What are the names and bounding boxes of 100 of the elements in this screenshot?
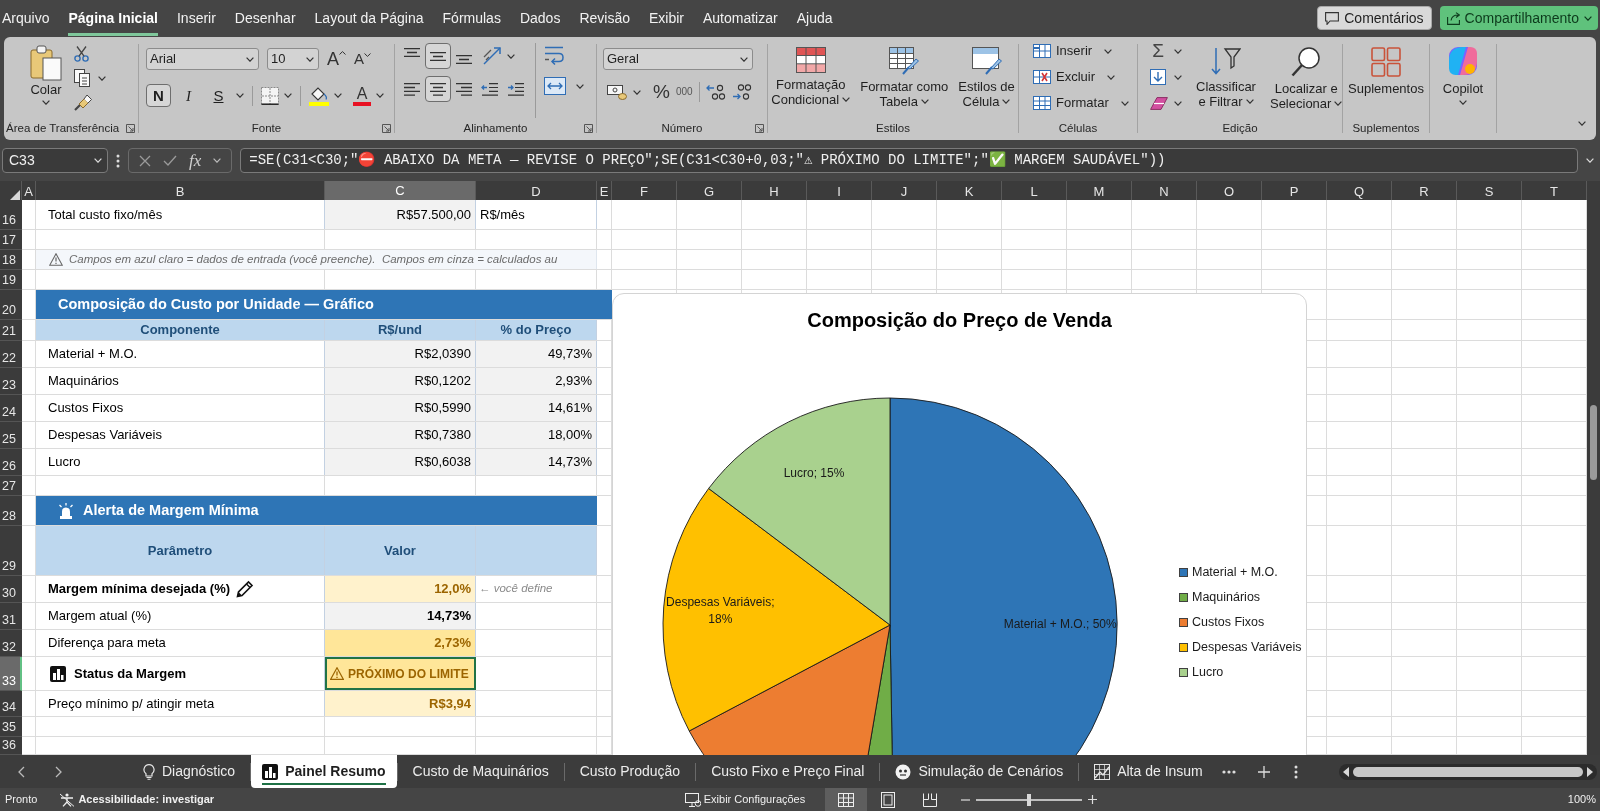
copy-icon[interactable] — [74, 69, 90, 87]
money-icon[interactable] — [607, 84, 627, 100]
font-name-field[interactable]: Arial — [146, 48, 259, 70]
menu-tab[interactable]: Fórmulas — [442, 0, 501, 36]
enter-icon[interactable] — [163, 155, 177, 166]
horizontal-scrollbar[interactable] — [1339, 763, 1597, 780]
caret-icon[interactable] — [507, 53, 515, 59]
accessibility-button[interactable]: Acessibilidade: investigar — [59, 791, 215, 808]
caret-icon[interactable] — [1104, 48, 1113, 54]
row-header[interactable]: 19 — [0, 270, 22, 290]
menu-tab[interactable]: Automatizar — [703, 0, 778, 36]
align-center-button[interactable] — [425, 76, 451, 102]
cell-styles-button[interactable]: Estilos de Célula — [958, 37, 1015, 118]
row-header[interactable]: 17 — [0, 230, 22, 250]
caret-icon[interactable] — [1584, 15, 1592, 21]
next-sheet-icon[interactable] — [55, 765, 62, 778]
name-box[interactable]: C33 — [2, 148, 108, 173]
sheet-tab[interactable]: Custo de Maquinários — [397, 755, 564, 788]
zoom-out-icon[interactable] — [961, 798, 971, 801]
bold-button[interactable]: N — [146, 84, 171, 107]
format-as-table-button[interactable]: Formatar como Tabela — [860, 37, 949, 118]
caret-icon[interactable] — [42, 100, 50, 105]
copilot-button[interactable]: Copilot — [1442, 37, 1484, 118]
caret-icon[interactable] — [284, 93, 292, 98]
more-options-icon[interactable] — [116, 153, 120, 168]
sheet-tab[interactable]: Painel Resumo — [251, 755, 397, 788]
comments-button[interactable]: Comentários — [1317, 6, 1432, 30]
dialog-launcher-icon[interactable] — [126, 124, 135, 133]
more-options-icon[interactable] — [1293, 764, 1298, 779]
percent-button[interactable]: % — [653, 82, 670, 102]
decrease-decimal-icon[interactable] — [705, 84, 726, 100]
caret-icon[interactable] — [1459, 100, 1467, 105]
caret-icon[interactable] — [1245, 99, 1254, 104]
caret-icon[interactable] — [98, 75, 106, 81]
caret-icon[interactable] — [1120, 100, 1129, 106]
decrease-indent-icon[interactable] — [481, 82, 499, 96]
row-header[interactable]: 32 — [0, 630, 22, 657]
row-header[interactable]: 25 — [0, 422, 22, 449]
status-cell[interactable]: PRÓXIMO DO LIMITE — [325, 657, 476, 690]
row-header[interactable]: 30 — [0, 576, 22, 603]
dialog-launcher-icon[interactable] — [584, 124, 593, 133]
shrink-font-button[interactable]: A — [354, 49, 372, 69]
paste-button[interactable]: Colar — [26, 45, 66, 105]
caret-icon[interactable] — [740, 56, 748, 62]
collapse-ribbon-icon[interactable] — [1578, 121, 1586, 126]
menu-tab[interactable]: Layout da Página — [314, 0, 424, 36]
merge-cells-icon[interactable] — [544, 77, 566, 95]
caret-icon[interactable] — [334, 93, 342, 98]
number-format-field[interactable]: Geral — [603, 48, 753, 70]
share-button[interactable]: Compartilhamento — [1439, 6, 1598, 30]
menu-tab[interactable]: Inserir — [176, 0, 216, 36]
scroll-right-icon[interactable] — [1587, 766, 1593, 777]
add-ins-button[interactable]: Suplementos — [1348, 37, 1424, 118]
zoom-in-icon[interactable] — [1088, 795, 1098, 804]
caret-icon[interactable] — [306, 56, 314, 62]
row-header[interactable]: 18 — [0, 250, 22, 270]
delete-cells-button[interactable]: Excluir — [1033, 66, 1137, 88]
row-header[interactable]: 35 — [0, 717, 22, 737]
grow-font-button[interactable]: A — [327, 49, 346, 69]
caret-icon[interactable] — [842, 97, 851, 102]
caret-icon[interactable] — [213, 158, 222, 163]
menu-tab[interactable]: Ajuda — [796, 0, 833, 36]
display-settings-button[interactable]: Exibir Configurações — [684, 791, 806, 808]
sheet-tab[interactable]: Custo Produção — [564, 755, 696, 788]
row-header[interactable]: 29 — [0, 526, 22, 576]
row-header[interactable]: 33 — [0, 657, 22, 691]
row-header[interactable]: 27 — [0, 476, 22, 496]
sheet-tab[interactable]: Diagnóstico — [128, 755, 251, 788]
scrollbar-thumb[interactable] — [1590, 405, 1597, 480]
row-header[interactable]: 34 — [0, 691, 22, 717]
align-middle-button[interactable] — [425, 43, 451, 69]
insert-function-button[interactable]: fx — [189, 150, 202, 171]
row-header[interactable]: 23 — [0, 368, 22, 395]
insert-cells-button[interactable]: Inserir — [1033, 40, 1137, 62]
previous-sheet-icon[interactable] — [18, 765, 25, 778]
font-size-field[interactable]: 10 — [267, 48, 319, 70]
menu-tab[interactable]: Exibir — [648, 0, 684, 36]
column-header[interactable]: C — [325, 181, 476, 203]
underline-button[interactable]: S — [206, 84, 231, 107]
caret-icon[interactable] — [576, 83, 584, 89]
conditional-formatting-button[interactable]: Formatação Condicional — [771, 37, 851, 118]
row-header[interactable]: 28 — [0, 496, 22, 526]
paint-bucket-icon[interactable] — [309, 85, 329, 106]
caret-icon[interactable] — [1107, 74, 1115, 80]
add-sheet-icon[interactable] — [1257, 765, 1270, 778]
format-cells-button[interactable]: Formatar — [1033, 92, 1137, 114]
increase-indent-icon[interactable] — [507, 82, 525, 96]
row-header[interactable]: 22 — [0, 341, 22, 368]
paintbrush-icon[interactable] — [74, 94, 92, 111]
normal-view-button[interactable] — [825, 788, 868, 811]
menu-tab[interactable]: Revisão — [579, 0, 630, 36]
text-angle-icon[interactable] — [483, 47, 503, 65]
font-color-button[interactable]: A — [353, 85, 371, 106]
italic-button[interactable]: I — [176, 84, 201, 107]
scissors-icon[interactable] — [74, 46, 89, 62]
increase-decimal-icon[interactable] — [731, 84, 752, 100]
scroll-left-icon[interactable] — [1343, 766, 1349, 777]
caret-icon[interactable] — [1174, 74, 1182, 80]
row-header[interactable]: 26 — [0, 449, 22, 476]
borders-icon[interactable] — [261, 86, 279, 105]
